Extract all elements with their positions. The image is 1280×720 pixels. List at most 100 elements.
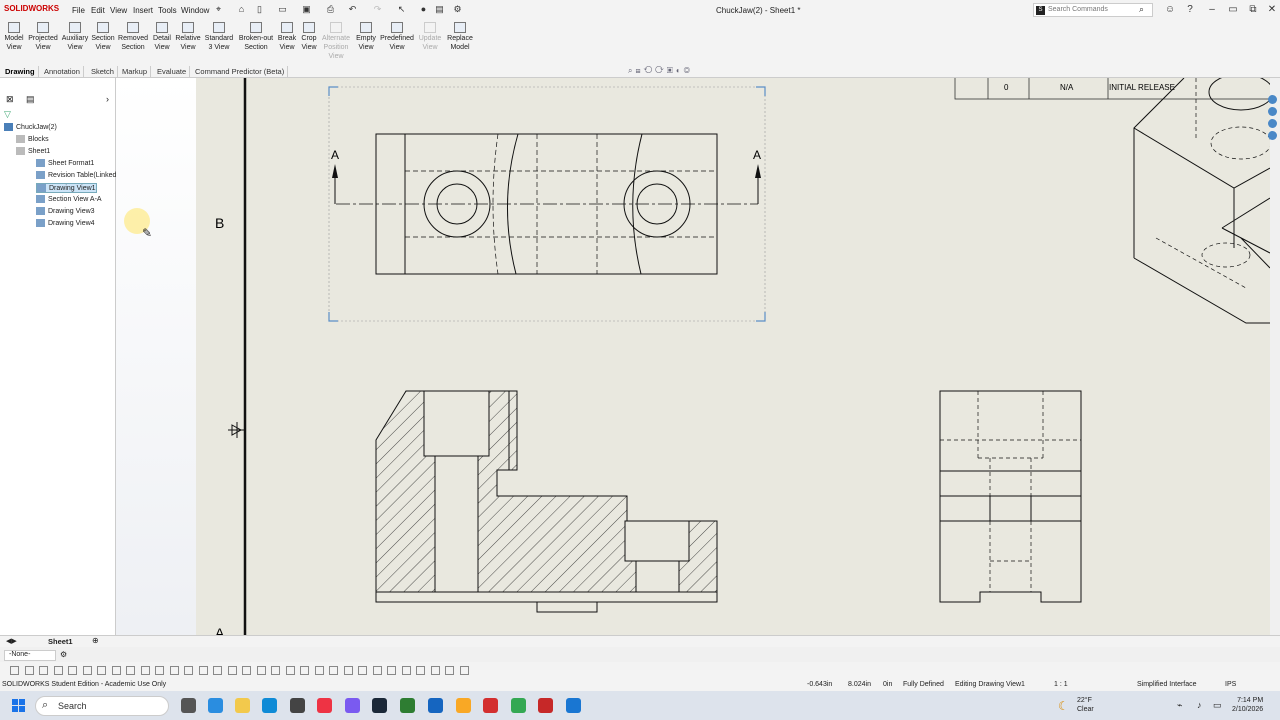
steam-icon[interactable] bbox=[372, 698, 387, 713]
tree-item[interactable]: Drawing View3 bbox=[36, 207, 95, 215]
broken-out-section-button[interactable]: Broken-out Section bbox=[238, 22, 274, 52]
format-tool-icon[interactable] bbox=[372, 666, 382, 675]
menu-view[interactable]: View bbox=[110, 6, 127, 15]
menu-edit[interactable]: Edit bbox=[91, 6, 105, 15]
format-tool-icon[interactable] bbox=[68, 666, 77, 675]
format-tool-icon[interactable] bbox=[285, 666, 295, 675]
property-manager-tab-icon[interactable]: ▤ bbox=[26, 94, 35, 105]
task-pane-library-icon[interactable] bbox=[1268, 107, 1277, 116]
feature-manager-tab-icon[interactable]: ⊠ bbox=[6, 94, 14, 105]
options-icon[interactable]: ⚙ bbox=[452, 4, 463, 15]
tree-item[interactable]: Sheet Format1 bbox=[36, 159, 94, 167]
tree-item[interactable]: Drawing View4 bbox=[36, 219, 95, 227]
status-interface[interactable]: Simplified Interface bbox=[1137, 681, 1197, 688]
close-icon[interactable]: ✕ bbox=[1265, 3, 1279, 17]
file-explorer-icon[interactable] bbox=[235, 698, 250, 713]
rotate-icon[interactable]: ⟳ bbox=[655, 66, 667, 75]
task-pane-resources-icon[interactable] bbox=[1268, 95, 1277, 104]
format-tool-icon[interactable] bbox=[155, 666, 164, 675]
weather-widget[interactable]: 22°F Clear bbox=[1077, 696, 1094, 714]
heads-up-view-toolbar[interactable]: ⌕⊞⟲⟳▣◐◎ bbox=[628, 66, 693, 76]
update-view-button[interactable]: Update View bbox=[418, 22, 442, 52]
rebuild-icon[interactable]: ● bbox=[418, 4, 429, 15]
standard-3-view-button[interactable]: Standard 3 View bbox=[204, 22, 234, 52]
menu-tools[interactable]: Tools bbox=[158, 6, 177, 15]
wifi-icon[interactable]: ⌁ bbox=[1177, 700, 1182, 711]
new-document-icon[interactable]: ▯ bbox=[254, 4, 265, 15]
restore-down-icon[interactable]: ⧉ bbox=[1246, 3, 1260, 17]
menu-file[interactable]: File bbox=[72, 6, 85, 15]
format-tool-icon[interactable] bbox=[111, 666, 121, 675]
acrobat-icon[interactable] bbox=[483, 698, 498, 713]
zoom-area-icon[interactable]: ⊞ bbox=[635, 66, 643, 75]
drawing-sheet[interactable]: B A 0 N/A INITIAL RELEASE A A bbox=[196, 78, 1270, 635]
select-icon[interactable]: ↖ bbox=[396, 4, 407, 15]
replace-model-button[interactable]: Replace Model bbox=[445, 22, 475, 52]
task-pane-palette-icon[interactable] bbox=[1268, 131, 1277, 140]
add-sheet-icon[interactable]: ⊕ bbox=[92, 636, 99, 645]
format-tool-icon[interactable] bbox=[213, 666, 222, 675]
format-tool-icon[interactable] bbox=[39, 666, 48, 675]
sheet-nav-icon[interactable]: ◀▶ bbox=[6, 637, 17, 645]
previous-view-icon[interactable]: ⟲ bbox=[644, 66, 656, 75]
battery-icon[interactable]: ▭ bbox=[1213, 700, 1222, 711]
format-tool-icon[interactable] bbox=[387, 666, 396, 675]
hide-show-icon[interactable]: ◎ bbox=[684, 66, 693, 75]
tree-item[interactable]: Sheet1 bbox=[16, 147, 50, 155]
discord-icon[interactable] bbox=[345, 698, 360, 713]
search-commands-input[interactable]: S Search Commands ⌕ bbox=[1033, 3, 1153, 17]
tree-item[interactable]: Revision Table(Linked)1 bbox=[36, 171, 123, 179]
file-properties-icon[interactable]: ▤ bbox=[434, 4, 445, 15]
break-view-button[interactable]: Break View bbox=[276, 22, 298, 52]
tab-command-predictor[interactable]: Command Predictor (Beta) bbox=[192, 66, 289, 78]
task-pane-explorer-icon[interactable] bbox=[1268, 119, 1277, 128]
predefined-view-button[interactable]: Predefined View bbox=[379, 22, 415, 52]
files-icon[interactable] bbox=[456, 698, 471, 713]
tab-markup[interactable]: Markup bbox=[119, 66, 152, 78]
status-units[interactable]: IPS bbox=[1225, 681, 1236, 688]
tree-item[interactable]: Section View A-A bbox=[36, 195, 102, 203]
removed-section-button[interactable]: Removed Section bbox=[117, 22, 149, 52]
tab-drawing[interactable]: Drawing bbox=[2, 66, 39, 78]
chrome-icon[interactable] bbox=[511, 698, 526, 713]
filter-icon[interactable]: ▽ bbox=[4, 109, 11, 120]
format-tool-icon[interactable] bbox=[459, 666, 469, 675]
format-tool-icon[interactable] bbox=[198, 666, 208, 675]
format-tool-icon[interactable] bbox=[430, 666, 440, 675]
solidworks-taskbar-icon[interactable] bbox=[538, 698, 553, 713]
tab-sheet1[interactable]: Sheet1 bbox=[48, 637, 73, 646]
display-style-icon[interactable]: ◐ bbox=[676, 66, 684, 75]
opera-icon[interactable] bbox=[317, 698, 332, 713]
pin-icon[interactable]: ⌖ bbox=[213, 4, 224, 15]
format-tool-icon[interactable] bbox=[169, 666, 179, 675]
print-icon[interactable]: ⎙ bbox=[325, 4, 336, 15]
user-icon[interactable]: ☺ bbox=[1163, 3, 1177, 17]
drawing-canvas[interactable]: B A 0 N/A INITIAL RELEASE A A bbox=[196, 78, 1270, 635]
redo-icon[interactable]: ↷ bbox=[372, 4, 383, 15]
undo-icon[interactable]: ↶ bbox=[347, 4, 358, 15]
restore-icon[interactable]: ▭ bbox=[1226, 3, 1240, 17]
view-settings-icon[interactable]: ▣ bbox=[667, 66, 676, 75]
alternate-position-view-button[interactable]: Alternate Position View bbox=[320, 22, 352, 61]
format-tool-icon[interactable] bbox=[126, 666, 135, 675]
format-tool-icon[interactable] bbox=[140, 666, 150, 675]
menu-window[interactable]: Window bbox=[181, 6, 209, 15]
format-tool-icon[interactable] bbox=[445, 666, 454, 675]
tab-sketch[interactable]: Sketch bbox=[88, 66, 118, 78]
format-tool-icon[interactable] bbox=[97, 666, 106, 675]
auxiliary-view-button[interactable]: Auxiliary View bbox=[60, 22, 90, 52]
format-tool-icon[interactable] bbox=[271, 666, 280, 675]
format-tool-icon[interactable] bbox=[53, 666, 63, 675]
relative-view-button[interactable]: Relative View bbox=[174, 22, 202, 52]
format-tool-icon[interactable] bbox=[227, 666, 237, 675]
layer-properties-icon[interactable]: ⚙ bbox=[60, 650, 67, 659]
store-icon[interactable] bbox=[290, 698, 305, 713]
crop-view-button[interactable]: Crop View bbox=[299, 22, 319, 52]
format-tool-icon[interactable] bbox=[256, 666, 266, 675]
empty-view-button[interactable]: Empty View bbox=[353, 22, 379, 52]
layer-select[interactable]: -None- bbox=[4, 650, 56, 661]
speaker-icon[interactable]: ♪ bbox=[1197, 700, 1202, 710]
model-view-button[interactable]: Model View bbox=[2, 22, 26, 52]
format-tool-icon[interactable] bbox=[416, 666, 425, 675]
format-tool-icon[interactable] bbox=[24, 666, 34, 675]
